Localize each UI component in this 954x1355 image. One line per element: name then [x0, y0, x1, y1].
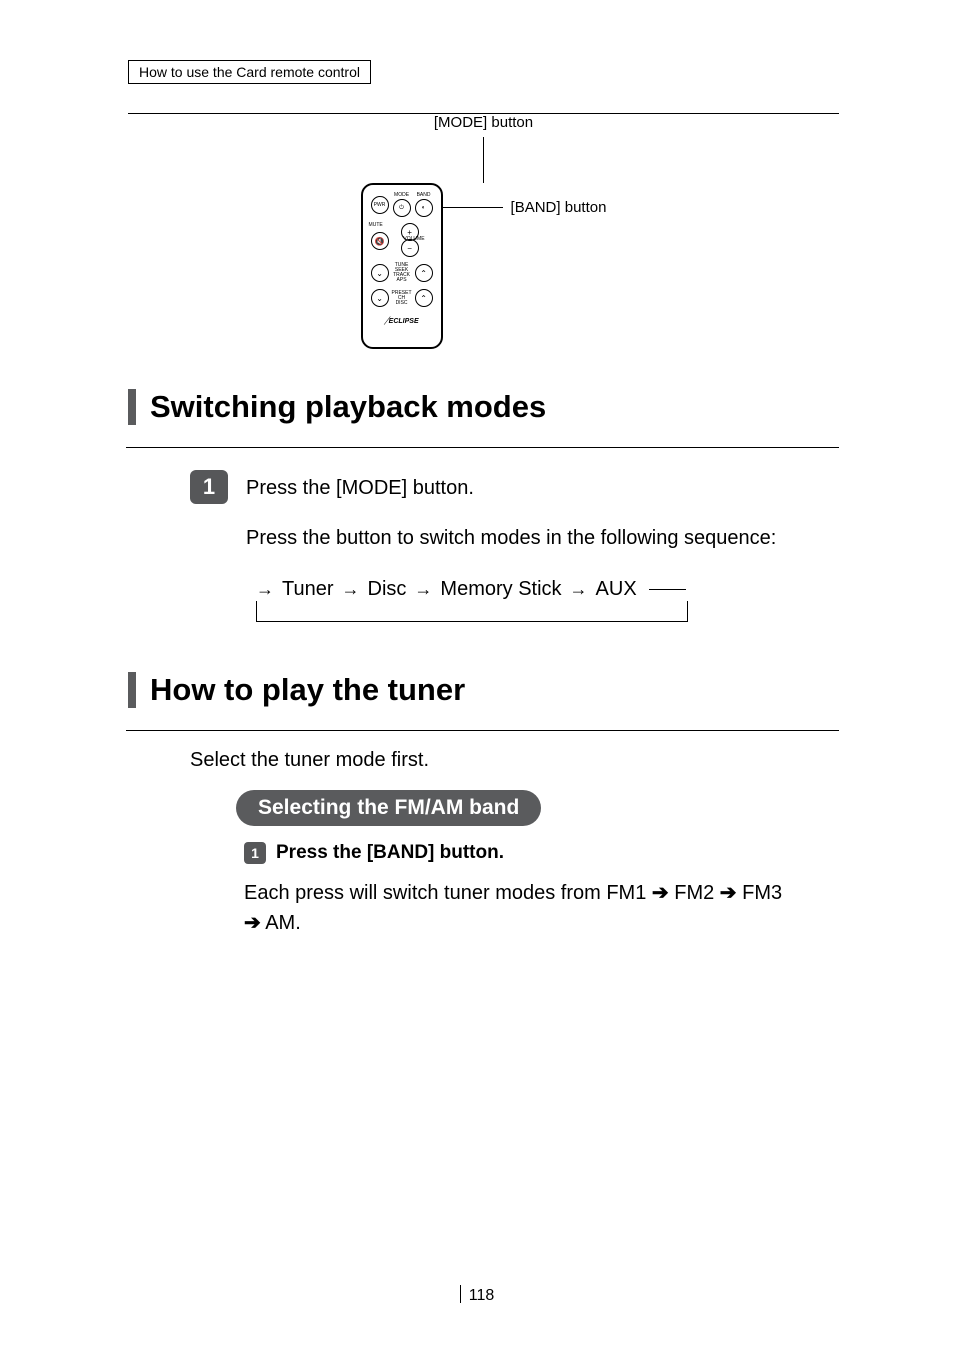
- pwr-button-icon: PWR: [371, 196, 389, 214]
- section-how-to-play-tuner: How to play the tuner Select the tuner m…: [128, 672, 839, 938]
- sub-step-detail: Each press will switch tuner modes from …: [244, 878, 804, 938]
- leader-line: [483, 137, 484, 183]
- arrow-icon: →: [414, 579, 432, 600]
- subsection-pill: Selecting the FM/AM band: [236, 790, 541, 826]
- step-1: 1 Press the [MODE] button.: [190, 470, 839, 504]
- tune-up-icon: ⌃: [415, 264, 433, 282]
- sub-step-instruction: Press the [BAND] button.: [276, 842, 504, 864]
- disc-label: DISC: [389, 301, 415, 306]
- remote-diagram: [MODE] button PWR MODE ⏻ BAND ◐ MUTE: [128, 114, 839, 349]
- cycle-return-line: [256, 601, 688, 622]
- mode-button-label: [MODE] button: [434, 114, 533, 131]
- arrow-icon: ➔: [244, 912, 261, 934]
- section-heading: How to play the tuner: [150, 672, 839, 708]
- step-detail: Press the button to switch modes in the …: [246, 524, 839, 552]
- arrow-icon: →: [342, 579, 360, 600]
- mode-tiny-label: MODE: [394, 193, 409, 198]
- breadcrumb-header: How to use the Card remote control: [128, 60, 371, 84]
- heading-bar-icon: [128, 389, 136, 425]
- cycle-item: Tuner: [282, 578, 334, 601]
- heading-underline: [126, 447, 839, 448]
- section-heading: Switching playback modes: [150, 389, 839, 425]
- section-intro: Select the tuner mode first.: [190, 749, 839, 772]
- arrow-icon: ➔: [720, 882, 737, 904]
- band-leader-line: [443, 207, 503, 208]
- track-aps-label: TRACK APS: [389, 273, 415, 283]
- band-button-icon: ◐: [415, 199, 433, 217]
- band-button-label: [BAND] button: [511, 199, 607, 216]
- arrow-icon: →: [256, 579, 274, 600]
- preset-up-icon: ⌃: [415, 289, 433, 307]
- mute-icon: 🔇: [371, 232, 389, 250]
- tune-down-icon: ⌄: [371, 264, 389, 282]
- remote-brand: ╱ECLIPSE: [371, 317, 433, 325]
- mode-button-icon: ⏻: [393, 199, 411, 217]
- arrow-icon: →: [570, 579, 588, 600]
- arrow-icon: ➔: [652, 882, 669, 904]
- cycle-item: Disc: [368, 578, 407, 601]
- mute-label: MUTE: [369, 223, 383, 228]
- cycle-item: Memory Stick: [440, 578, 561, 601]
- band-tiny-label: BAND: [417, 193, 431, 198]
- preset-ch-label: PRESET CH: [389, 291, 415, 301]
- sub-step-1: 1 Press the [BAND] button.: [244, 842, 839, 864]
- breadcrumb-text: How to use the Card remote control: [139, 64, 360, 80]
- sub-step-badge: 1: [244, 842, 266, 864]
- preset-down-icon: ⌄: [371, 289, 389, 307]
- page-number: 118: [0, 1285, 954, 1305]
- step-badge: 1: [190, 470, 228, 504]
- heading-underline: [126, 730, 839, 731]
- mode-cycle-diagram: → Tuner → Disc → Memory Stick → AUX: [256, 574, 686, 622]
- volume-down-icon: −: [401, 239, 419, 257]
- cycle-item: AUX: [596, 578, 637, 601]
- section-switching-playback: Switching playback modes 1 Press the [MO…: [128, 389, 839, 622]
- remote-illustration: PWR MODE ⏻ BAND ◐ MUTE 🔇 + VOLUME −: [361, 183, 443, 349]
- heading-bar-icon: [128, 672, 136, 708]
- step-instruction: Press the [MODE] button.: [246, 470, 474, 502]
